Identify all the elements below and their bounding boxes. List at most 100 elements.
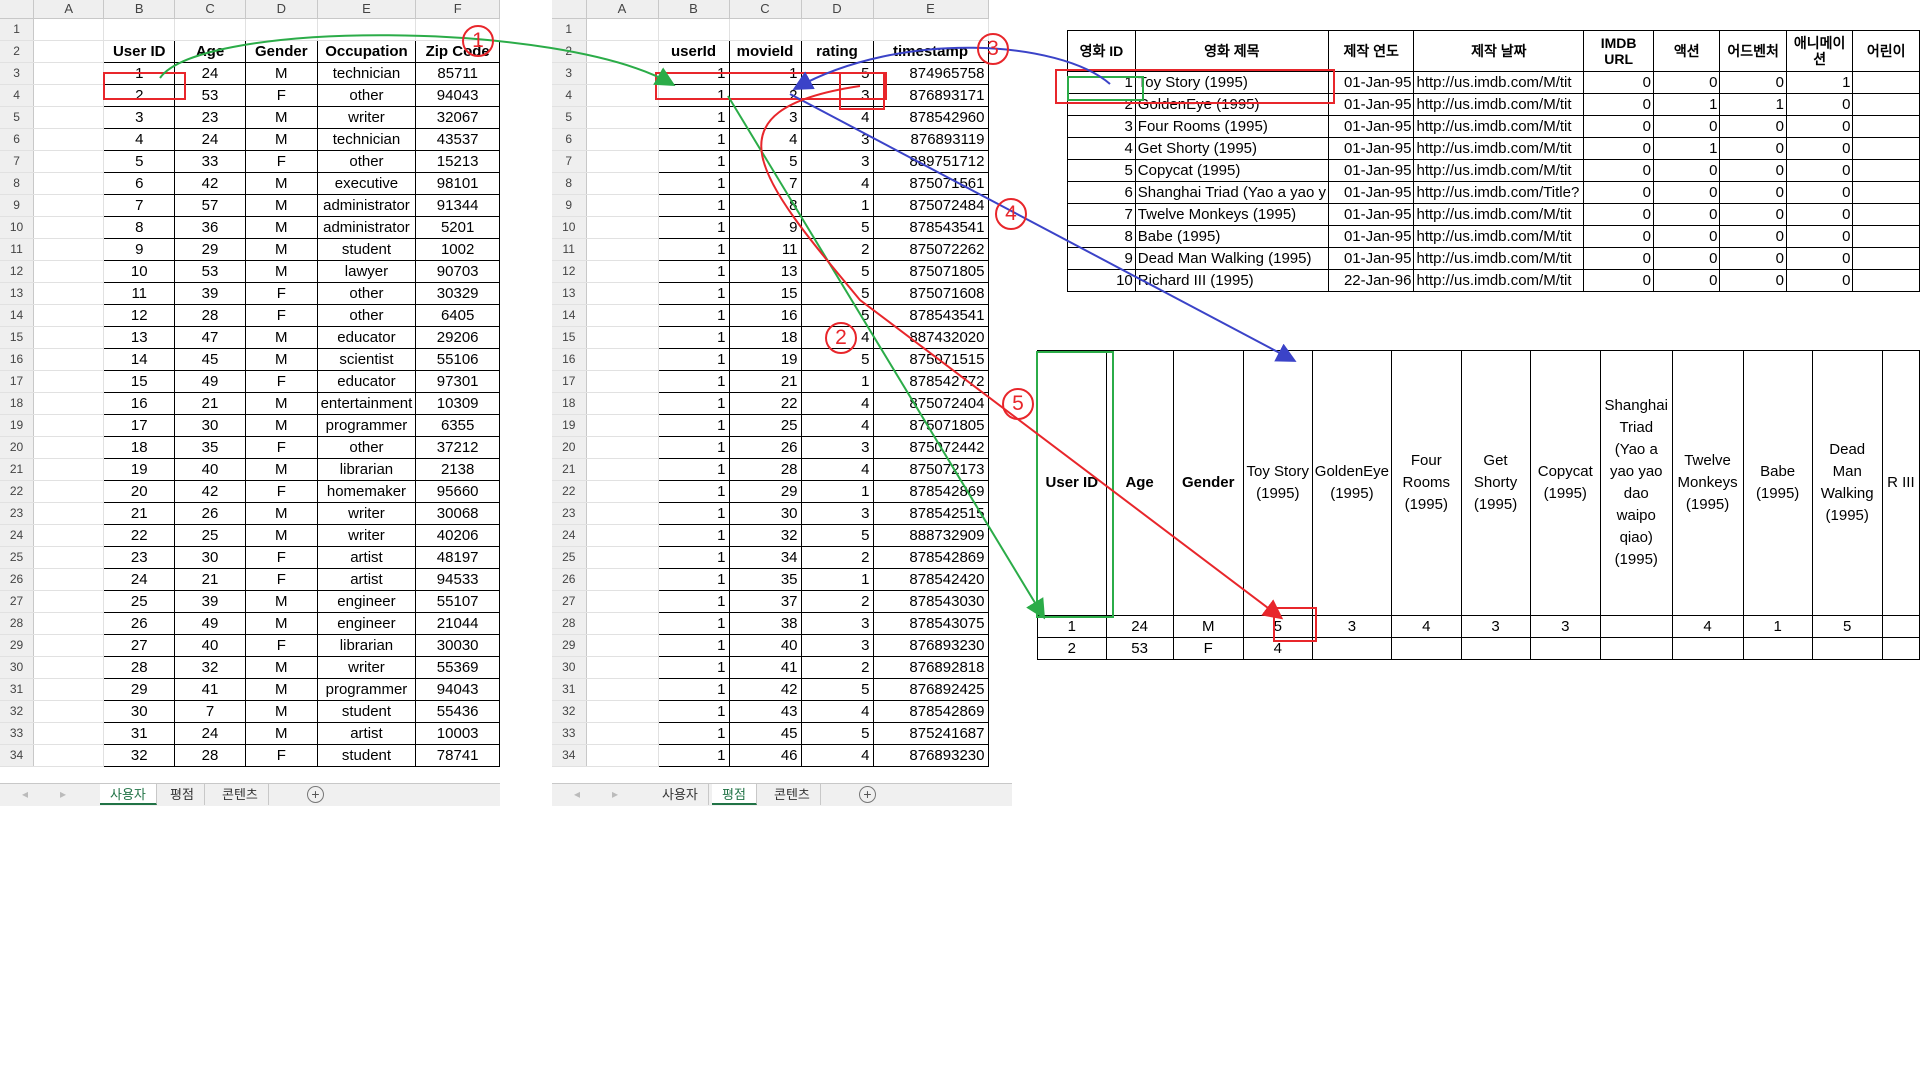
movie-cell[interactable]: 0 [1583, 159, 1654, 182]
cell-a[interactable] [586, 348, 659, 371]
cell-a[interactable] [586, 62, 659, 85]
data-cell[interactable]: 90703 [415, 260, 500, 283]
movie-cell[interactable]: 6 [1067, 181, 1136, 204]
data-cell[interactable]: 21 [103, 502, 176, 525]
empty-cell[interactable] [729, 18, 802, 41]
data-cell[interactable]: 5 [800, 260, 874, 283]
row-number[interactable]: 17 [0, 370, 35, 393]
data-cell[interactable]: 1 [657, 392, 730, 415]
scroll-tabs-right-icon[interactable]: ▸ [60, 787, 66, 801]
row-number[interactable]: 10 [0, 216, 35, 239]
cell-a[interactable] [586, 128, 659, 151]
data-cell[interactable]: 5 [800, 722, 874, 745]
cell-a[interactable] [586, 106, 659, 129]
data-cell[interactable]: 875071561 [872, 172, 989, 195]
movie-cell[interactable] [1852, 269, 1920, 292]
data-cell[interactable]: 2 [800, 546, 874, 569]
data-cell[interactable]: 37212 [415, 436, 500, 459]
movie-cell[interactable]: 10 [1067, 269, 1136, 292]
data-cell[interactable]: 1 [657, 700, 730, 723]
data-cell[interactable]: 1 [657, 634, 730, 657]
movie-cell[interactable]: 0 [1583, 137, 1654, 160]
pivot-cell[interactable]: 53 [1105, 637, 1174, 660]
cell-a[interactable] [33, 238, 105, 261]
movie-cell[interactable]: 0 [1719, 137, 1787, 160]
cell-a[interactable] [33, 546, 105, 569]
data-cell[interactable]: 875071805 [872, 414, 989, 437]
row-number[interactable]: 31 [552, 678, 587, 701]
cell-a[interactable] [586, 238, 659, 261]
cell-a[interactable] [586, 370, 659, 393]
data-cell[interactable]: 1 [657, 62, 730, 85]
data-cell[interactable]: 875072484 [872, 194, 989, 217]
data-cell[interactable]: 1 [657, 568, 730, 591]
data-cell[interactable]: 875072442 [872, 436, 989, 459]
data-cell[interactable]: 17 [103, 414, 176, 437]
empty-cell[interactable] [317, 18, 417, 41]
cell-a[interactable] [33, 436, 105, 459]
data-cell[interactable]: 35 [728, 568, 802, 591]
data-cell[interactable]: 14 [103, 348, 176, 371]
row-number[interactable]: 8 [552, 172, 587, 195]
row-number[interactable]: 14 [0, 304, 35, 327]
movie-cell[interactable]: http://us.imdb.com/M/tit [1413, 115, 1585, 138]
data-cell[interactable]: writer [316, 524, 417, 547]
data-cell[interactable]: 42 [174, 172, 246, 195]
data-cell[interactable]: 28 [174, 744, 246, 767]
data-cell[interactable]: 878542869 [872, 700, 989, 723]
movie-cell[interactable]: 9 [1067, 247, 1136, 270]
data-cell[interactable]: 24 [174, 722, 246, 745]
data-cell[interactable]: 4 [800, 414, 874, 437]
cell-a[interactable] [33, 524, 105, 547]
data-cell[interactable]: librarian [316, 458, 417, 481]
data-cell[interactable]: 49 [174, 370, 246, 393]
movie-cell[interactable]: 0 [1583, 247, 1654, 270]
movie-cell[interactable]: 8 [1067, 225, 1136, 248]
data-cell[interactable]: entertainment [316, 392, 417, 415]
cell-a[interactable] [586, 194, 659, 217]
data-cell[interactable]: 85711 [415, 62, 500, 85]
data-cell[interactable]: student [316, 700, 417, 723]
movie-cell[interactable]: 0 [1785, 269, 1854, 292]
data-cell[interactable]: 45 [174, 348, 246, 371]
data-cell[interactable]: 15 [103, 370, 176, 393]
movie-cell[interactable]: 22-Jan-96 [1327, 269, 1415, 292]
movie-cell[interactable]: 01-Jan-95 [1327, 247, 1415, 270]
data-cell[interactable]: lawyer [316, 260, 417, 283]
data-cell[interactable]: 875072173 [872, 458, 989, 481]
movie-cell[interactable]: 0 [1652, 225, 1721, 248]
data-cell[interactable]: 55369 [415, 656, 500, 679]
data-cell[interactable]: 15 [728, 282, 802, 305]
data-cell[interactable]: 94043 [415, 84, 500, 107]
movie-cell[interactable]: 0 [1652, 115, 1721, 138]
data-cell[interactable]: 18 [728, 326, 802, 349]
row-number[interactable]: 16 [0, 348, 35, 371]
data-cell[interactable]: 35 [174, 436, 246, 459]
data-cell[interactable]: M [244, 700, 318, 723]
column-header-f[interactable]: F [415, 0, 500, 19]
row-number[interactable]: 28 [552, 612, 587, 635]
data-cell[interactable]: 5 [728, 150, 802, 173]
data-cell[interactable]: 41 [728, 656, 802, 679]
tab-users[interactable]: 사용자 [652, 784, 709, 805]
pivot-cell[interactable]: 4 [1391, 615, 1462, 638]
data-cell[interactable]: 28 [103, 656, 176, 679]
data-cell[interactable]: 26 [174, 502, 246, 525]
row-number[interactable]: 5 [0, 106, 35, 129]
tab-contents[interactable]: 콘텐츠 [212, 784, 269, 805]
cell-a[interactable] [33, 304, 105, 327]
movie-cell[interactable]: http://us.imdb.com/M/tit [1413, 137, 1585, 160]
data-cell[interactable]: M [244, 172, 318, 195]
cell-a[interactable] [33, 414, 105, 437]
data-cell[interactable]: other [316, 150, 417, 173]
data-cell[interactable]: F [244, 546, 318, 569]
data-cell[interactable]: student [316, 744, 417, 767]
empty-cell[interactable] [103, 18, 176, 41]
cell-a[interactable] [33, 502, 105, 525]
movie-cell[interactable]: 0 [1719, 247, 1787, 270]
row-number[interactable]: 12 [552, 260, 587, 283]
movie-cell[interactable]: 0 [1583, 203, 1654, 226]
data-cell[interactable]: 4 [800, 172, 874, 195]
cell-a[interactable] [33, 700, 105, 723]
data-cell[interactable]: M [244, 106, 318, 129]
